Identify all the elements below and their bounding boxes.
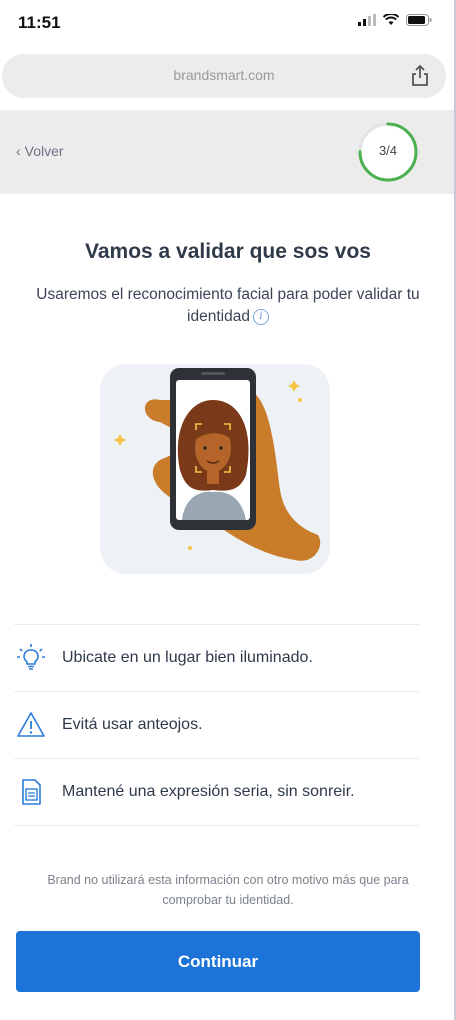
warning-icon bbox=[17, 712, 45, 737]
tip-text: Mantené una expresión seria, sin sonreir… bbox=[62, 783, 355, 800]
system-icons bbox=[358, 14, 432, 26]
back-label: Volver bbox=[24, 143, 64, 159]
back-button[interactable]: ‹ Volver bbox=[16, 143, 64, 159]
battery-icon bbox=[406, 14, 432, 26]
tip-text: Evitá usar anteojos. bbox=[62, 716, 203, 733]
page-subtitle: Usaremos el reconocimiento facial para p… bbox=[30, 284, 426, 328]
tips-list: Ubicate en un lugar bien iluminado. Evit… bbox=[14, 624, 420, 826]
list-item: Mantené una expresión seria, sin sonreir… bbox=[14, 758, 420, 826]
step-progress-indicator: 3/4 bbox=[357, 121, 419, 183]
url-text[interactable]: brandsmart.com bbox=[2, 67, 446, 83]
browser-url-bar[interactable]: brandsmart.com bbox=[2, 54, 446, 98]
signal-icon bbox=[358, 14, 376, 26]
document-icon bbox=[22, 779, 41, 805]
wifi-icon bbox=[383, 14, 399, 25]
step-nav-bar: ‹ Volver 3/4 bbox=[0, 110, 456, 194]
subtitle-text: Usaremos el reconocimiento facial para p… bbox=[36, 286, 420, 325]
tip-text: Ubicate en un lugar bien iluminado. bbox=[62, 649, 313, 666]
list-item: Evitá usar anteojos. bbox=[14, 691, 420, 758]
continue-button[interactable]: Continuar bbox=[16, 931, 420, 992]
chevron-left-icon: ‹ bbox=[16, 143, 21, 159]
status-time: 11:51 bbox=[18, 13, 61, 32]
list-item: Ubicate en un lugar bien iluminado. bbox=[14, 624, 420, 691]
lightbulb-icon bbox=[17, 644, 45, 670]
face-scan-illustration bbox=[100, 364, 330, 574]
share-icon[interactable] bbox=[408, 63, 432, 89]
info-icon[interactable]: i bbox=[252, 308, 269, 325]
privacy-disclaimer: Brand no utilizará esta información con … bbox=[47, 873, 409, 907]
step-count: 3/4 bbox=[378, 143, 398, 158]
status-bar: 11:51 bbox=[0, 0, 456, 46]
page-title: Vamos a validar que sos vos bbox=[85, 240, 371, 263]
